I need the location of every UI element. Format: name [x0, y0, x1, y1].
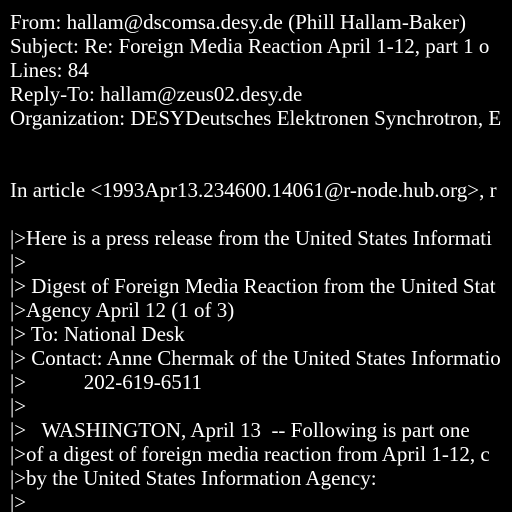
- quoted-line: |> Contact: Anne Chermak of the United S…: [10, 346, 501, 370]
- subject-header: Subject: Re: Foreign Media Reaction Apri…: [10, 34, 490, 58]
- quoted-line: |> Digest of Foreign Media Reaction from…: [10, 274, 496, 298]
- message-view: From: hallam@dscomsa.desy.de (Phill Hall…: [0, 0, 512, 512]
- quoted-line: |>: [10, 394, 27, 418]
- lines-header: Lines: 84: [10, 58, 89, 82]
- quoted-line: |> To: National Desk: [10, 322, 185, 346]
- quoted-line: |>: [10, 250, 27, 274]
- organization-header: Organization: DESYDeutsches Elektronen S…: [10, 106, 502, 130]
- reply-to-header: Reply-To: hallam@zeus02.desy.de: [10, 82, 303, 106]
- quoted-line: |>Here is a press release from the Unite…: [10, 226, 492, 250]
- quoted-line: |>of a digest of foreign media reaction …: [10, 442, 490, 466]
- quoted-line: |>: [10, 490, 27, 512]
- from-header: From: hallam@dscomsa.desy.de (Phill Hall…: [10, 10, 466, 34]
- quoted-line: |> WASHINGTON, April 13 -- Following is …: [10, 418, 470, 442]
- quoted-line: |>Agency April 12 (1 of 3): [10, 298, 235, 322]
- quoted-line: |>by the United States Information Agenc…: [10, 466, 377, 490]
- quoted-line: |> 202-619-6511: [10, 370, 203, 394]
- attribution-line: In article <1993Apr13.234600.14061@r-nod…: [10, 178, 497, 202]
